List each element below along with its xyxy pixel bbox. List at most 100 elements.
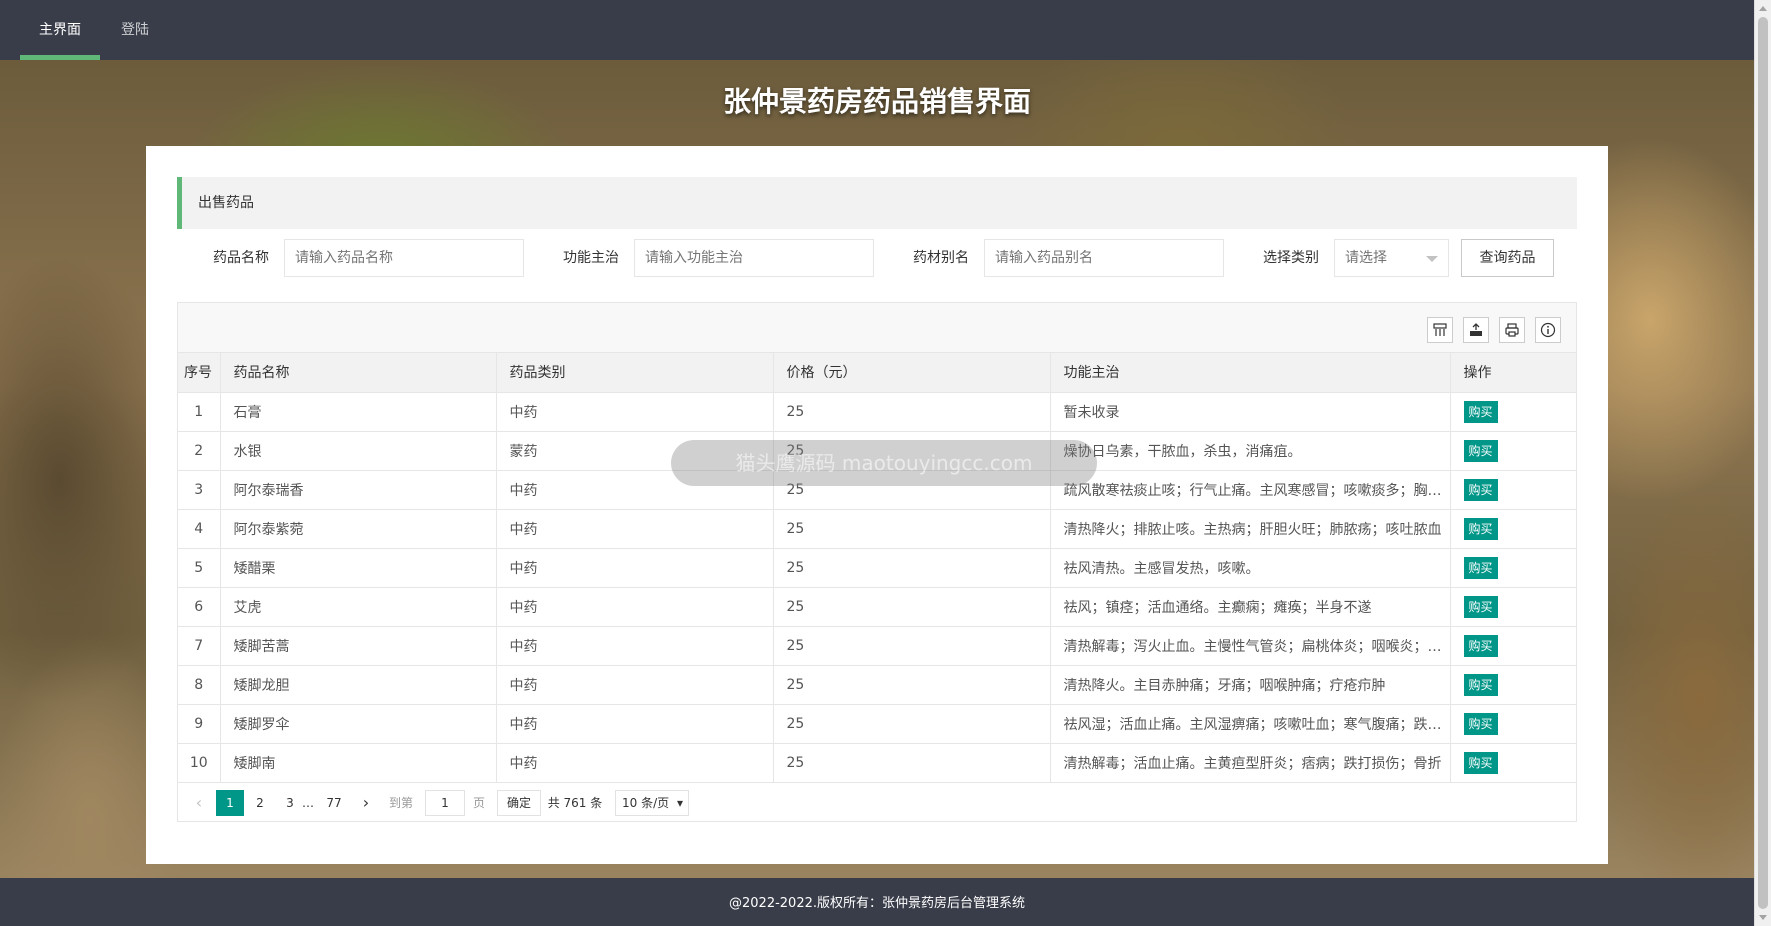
cell-category: 中药 (496, 548, 774, 588)
function-input[interactable] (634, 239, 874, 277)
page-2-button[interactable]: 2 (246, 790, 274, 816)
cell-category: 中药 (496, 704, 774, 744)
page-title: 张仲景药房药品销售界面 (722, 85, 1031, 118)
search-form: 药品名称 功能主治 药材别名 选择类别 请选择 查询药品 (177, 239, 1577, 279)
cell-no: 1 (178, 392, 221, 432)
export-icon[interactable] (1463, 317, 1489, 343)
cell-function: 清热解毒；活血止痛。主黄疸型肝炎；痞病；跌打损伤；骨折 (1050, 743, 1451, 783)
alias-label: 药材别名 (913, 250, 969, 266)
cell-function: 燥协日乌素，干脓血，杀虫，消痛疽。 (1050, 431, 1451, 471)
buy-button[interactable]: 购买 (1463, 634, 1498, 657)
cell-action: 购买 (1450, 470, 1576, 510)
cell-no: 8 (178, 665, 221, 705)
header-action[interactable]: 操作 (1450, 353, 1576, 393)
table-row: 6 艾虎 中药 25 祛风；镇痉；活血通络。主癫痫；瘫痪；半身不遂 购买 (178, 587, 1576, 627)
cell-action: 购买 (1450, 548, 1576, 588)
cell-name: 矮脚南 (220, 743, 497, 783)
nav-item-login[interactable]: 登陆 (100, 0, 170, 60)
cell-price: 25 (773, 704, 1051, 744)
cell-price: 25 (773, 392, 1051, 432)
buy-button[interactable]: 购买 (1463, 556, 1498, 579)
header-function[interactable]: 功能主治 (1050, 353, 1451, 393)
buy-button[interactable]: 购买 (1463, 712, 1498, 735)
page-1-button[interactable]: 1 (216, 790, 244, 816)
table-row: 10 矮脚南 中药 25 清热解毒；活血止痛。主黄疸型肝炎；痞病；跌打损伤；骨折 购买 (178, 743, 1576, 783)
page-last-button[interactable]: 77 (320, 790, 348, 816)
function-label: 功能主治 (563, 250, 619, 266)
goto-page-input[interactable]: 1 (425, 790, 465, 816)
cell-action: 购买 (1450, 665, 1576, 705)
category-select-value: 请选择 (1345, 250, 1387, 266)
cell-name: 水银 (220, 431, 497, 471)
header-category[interactable]: 药品类别 (496, 353, 774, 393)
header-name[interactable]: 药品名称 (220, 353, 497, 393)
header-price[interactable]: 价格（元） (773, 353, 1051, 393)
page-scrollbar[interactable] (1754, 0, 1771, 926)
table-row: 7 矮脚苦蒿 中药 25 清热解毒；泻火止血。主慢性气管炎；扁桃体炎；咽喉炎；鼻出血 购买 (178, 626, 1576, 666)
buy-button[interactable]: 购买 (1463, 478, 1498, 501)
medicine-name-input[interactable] (284, 239, 524, 277)
alias-input[interactable] (984, 239, 1224, 277)
table-row: 8 矮脚龙胆 中药 25 清热降火。主目赤肿痛；牙痛；咽喉肿痛；疔疮疖肿 购买 (178, 665, 1576, 705)
cell-category: 中药 (496, 587, 774, 627)
table-header-row: 序号 药品名称 药品类别 价格（元） 功能主治 操作 (178, 353, 1576, 393)
buy-button[interactable]: 购买 (1463, 751, 1498, 774)
buy-button[interactable]: 购买 (1463, 595, 1498, 618)
cell-name: 阿尔泰瑞香 (220, 470, 497, 510)
cell-no: 9 (178, 704, 221, 744)
cell-price: 25 (773, 626, 1051, 666)
cell-function: 暂未收录 (1050, 392, 1451, 432)
cell-function: 疏风散寒祛痰止咳；行气止痛。主风寒感冒；咳嗽痰多；胸胁胀痛 (1050, 470, 1451, 510)
cell-action: 购买 (1450, 743, 1576, 783)
buy-button[interactable]: 购买 (1463, 517, 1498, 540)
scroll-up-icon[interactable] (1759, 6, 1767, 11)
scrollbar-thumb[interactable] (1758, 17, 1768, 909)
footer: @2022-2022.版权所有：张仲景药房后台管理系统 (0, 878, 1754, 926)
cell-category: 中药 (496, 509, 774, 549)
next-page-button[interactable]: › (352, 790, 380, 816)
buy-button[interactable]: 购买 (1463, 439, 1498, 462)
columns-filter-icon[interactable] (1427, 317, 1453, 343)
cell-category: 中药 (496, 626, 774, 666)
cell-name: 矮脚罗伞 (220, 704, 497, 744)
cell-function: 祛风清热。主感冒发热，咳嗽。 (1050, 548, 1451, 588)
chevron-down-icon: ▾ (676, 796, 683, 810)
medicine-name-label: 药品名称 (213, 250, 269, 266)
cell-action: 购买 (1450, 587, 1576, 627)
cell-no: 2 (178, 431, 221, 471)
cell-price: 25 (773, 509, 1051, 549)
buy-button[interactable]: 购买 (1463, 673, 1498, 696)
cell-category: 中药 (496, 665, 774, 705)
watermark: 猫头鹰源码 maotouyingcc.com (671, 440, 1097, 486)
cell-category: 中药 (496, 743, 774, 783)
scroll-down-icon[interactable] (1759, 915, 1767, 920)
cell-no: 10 (178, 743, 221, 783)
table-toolbar (178, 303, 1576, 353)
info-icon[interactable] (1535, 317, 1561, 343)
medicine-table: 序号 药品名称 药品类别 价格（元） 功能主治 操作 1 石膏 中药 25 暂未收录 购买… (178, 353, 1576, 783)
buy-button[interactable]: 购买 (1463, 400, 1498, 423)
goto-label: 到第 (388, 796, 413, 810)
cell-action: 购买 (1450, 704, 1576, 744)
per-page-select[interactable]: 10 条/页 ▾ (615, 790, 689, 816)
page-ellipsis: … (302, 796, 314, 810)
cell-action: 购买 (1450, 392, 1576, 432)
cell-price: 25 (773, 548, 1051, 588)
top-navigation: 主界面 登陆 (0, 0, 1754, 60)
category-select[interactable]: 请选择 (1334, 239, 1449, 277)
prev-page-button[interactable]: ‹ (186, 790, 212, 816)
goto-confirm-button[interactable]: 确定 (497, 790, 541, 816)
cell-function: 清热降火。主目赤肿痛；牙痛；咽喉肿痛；疔疮疖肿 (1050, 665, 1451, 705)
section-title: 出售药品 (198, 195, 254, 211)
cell-category: 中药 (496, 392, 774, 432)
cell-function: 清热解毒；泻火止血。主慢性气管炎；扁桃体炎；咽喉炎；鼻出血 (1050, 626, 1451, 666)
print-icon[interactable] (1499, 317, 1525, 343)
query-button[interactable]: 查询药品 (1461, 239, 1554, 277)
cell-function: 清热降火；排脓止咳。主热病；肝胆火旺；肺脓疡；咳吐脓血 (1050, 509, 1451, 549)
chevron-down-icon (1426, 256, 1438, 262)
nav-item-main[interactable]: 主界面 (20, 0, 100, 60)
cell-name: 矮脚苦蒿 (220, 626, 497, 666)
category-label: 选择类别 (1263, 250, 1319, 266)
header-no[interactable]: 序号 (178, 353, 221, 393)
cell-name: 矮脚龙胆 (220, 665, 497, 705)
